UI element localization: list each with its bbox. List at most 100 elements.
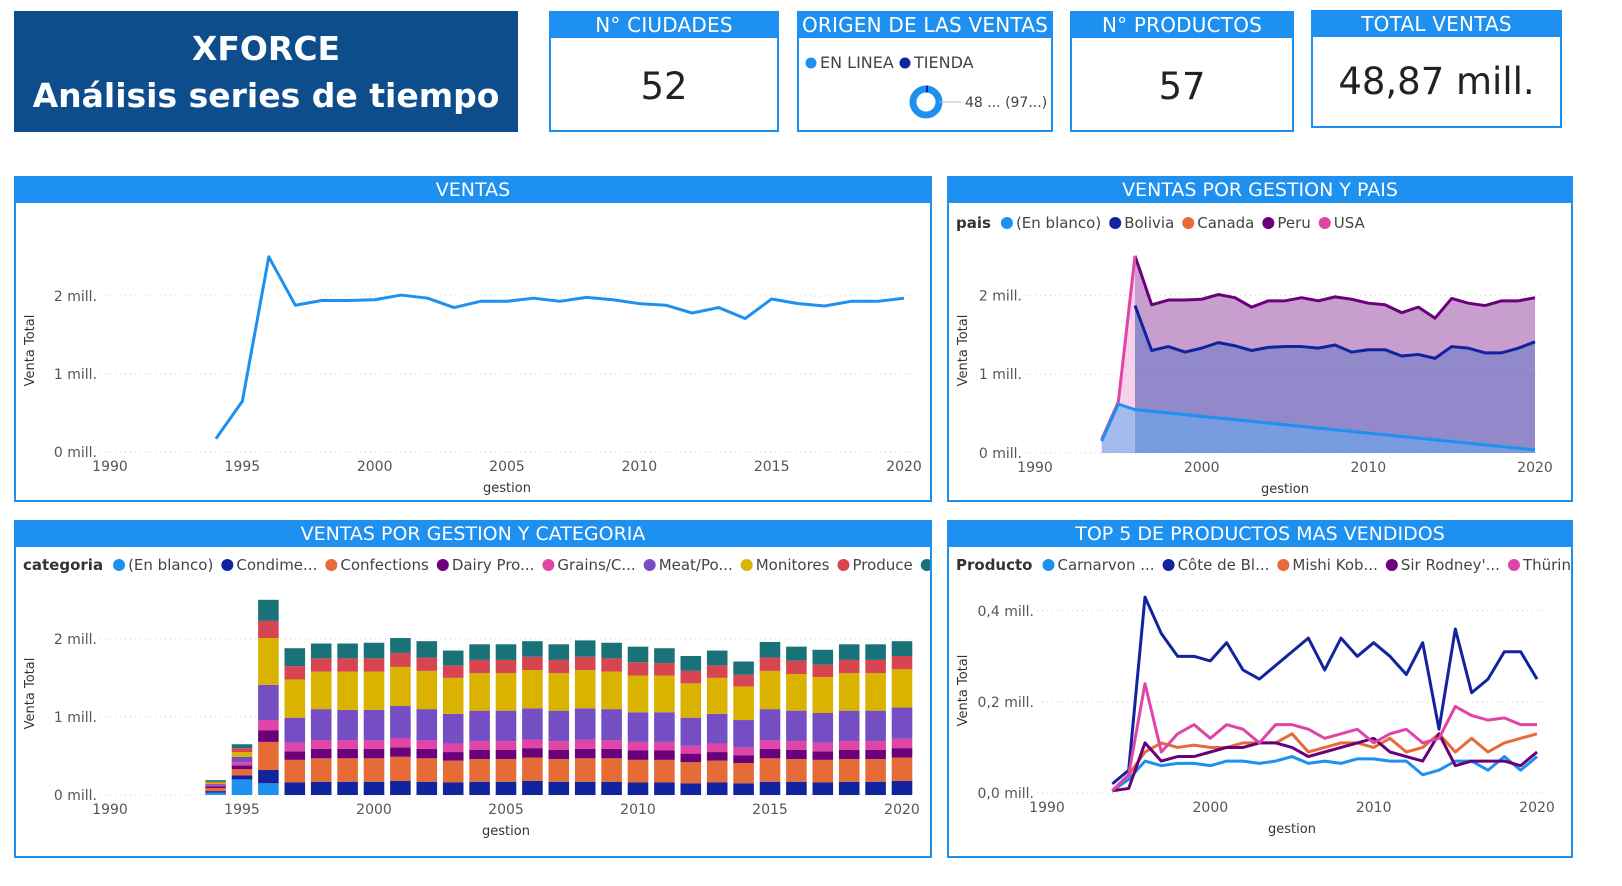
bar-segment: [627, 759, 649, 783]
x-tick-label: 2020: [1519, 800, 1555, 816]
legend-label: Côte de Bl...: [1178, 556, 1270, 574]
bar-segment: [601, 709, 622, 741]
kpi-value: 48,87 mill.: [1338, 60, 1535, 103]
legend-marker: [1277, 559, 1290, 571]
bar-segment: [495, 673, 517, 711]
bar-segment: [601, 740, 622, 749]
title-line-2: Análisis series de tiempo: [32, 75, 500, 115]
bar-segment: [416, 781, 438, 795]
bar-segment: [548, 749, 570, 760]
bar-segment: [231, 775, 253, 780]
x-tick-label: 1990: [1029, 800, 1065, 816]
bar-segment: [416, 758, 438, 782]
bar-segment: [258, 620, 279, 639]
bar-segment: [574, 739, 596, 749]
legend-label: Sir Rodney'...: [1401, 556, 1500, 574]
dashboard-title: XFORCE Análisis series de tiempo: [14, 11, 518, 132]
bar-segment: [865, 741, 886, 750]
bar-segment: [680, 753, 702, 763]
kpi-card-ciudades[interactable]: N° CIUDADES 52: [549, 11, 779, 132]
x-tick-label: 2020: [886, 459, 922, 475]
bar-segment: [601, 642, 622, 659]
bar-segment: [786, 781, 807, 795]
bar-segment: [522, 656, 543, 671]
origen-donut-chart[interactable]: EN LINEA TIENDA 48 ... (97...): [799, 38, 1051, 130]
y-axis-title: Venta Total: [956, 655, 971, 727]
y-tick-label: 0 mill.: [979, 446, 1022, 462]
legend-label: Peru: [1277, 214, 1310, 232]
bar-segment: [205, 792, 226, 795]
bar-segment: [865, 749, 886, 760]
pais-area-chart[interactable]: 0 mill. 1 mill. 2 mill. 1990 2000 2010 2020 ges…: [949, 203, 1571, 500]
bar-segment: [838, 781, 860, 795]
series-line: [214, 255, 905, 440]
x-tick-label: 1990: [1017, 460, 1053, 476]
bar-segment: [258, 638, 279, 685]
panel-title: TOP 5 DE PRODUCTOS MAS VENDIDOS: [949, 522, 1571, 547]
bar-segment: [363, 642, 385, 659]
panel-ventas: VENTAS 0 mill. 1 mill. 2 mill. 1990 1995 2000…: [14, 176, 932, 502]
bar-segment: [838, 759, 860, 782]
bar-segment: [495, 741, 517, 750]
x-tick-label: 1990: [92, 802, 128, 818]
donut-slice-en-linea[interactable]: [909, 85, 943, 119]
bar-segment: [390, 638, 411, 653]
bar-segment: [574, 748, 596, 759]
bar-segment: [390, 756, 411, 781]
y-tick-label: 1 mill.: [54, 710, 97, 726]
bar-segment: [495, 659, 517, 674]
bar-segment: [733, 762, 754, 784]
bar-segment: [759, 740, 781, 749]
x-tick-label: 2020: [1517, 460, 1553, 476]
panel-categoria: VENTAS POR GESTION Y CATEGORIA 0 mill. 1 …: [14, 520, 932, 858]
bar-segment: [522, 739, 543, 749]
bar-segment: [654, 648, 675, 664]
bar-segment: [812, 664, 834, 678]
bar-segment: [284, 742, 306, 752]
bar-segment: [812, 713, 834, 743]
bar-segment: [812, 649, 834, 665]
x-axis-title: gestion: [1268, 822, 1316, 837]
legend-label: Meat/Po...: [659, 556, 733, 574]
kpi-card-total[interactable]: TOTAL VENTAS 48,87 mill.: [1311, 10, 1562, 128]
legend-marker: [1042, 559, 1055, 571]
bar-segment: [891, 757, 913, 781]
bar-segment: [733, 720, 754, 748]
legend-label: (En blanco): [128, 556, 213, 574]
bar-segment: [838, 749, 860, 760]
kpi-card-origen[interactable]: ORIGEN DE LAS VENTAS EN LINEA TIENDA 48 …: [797, 11, 1053, 132]
bar-segment: [231, 756, 253, 763]
categoria-stacked-bar-chart[interactable]: 0 mill. 1 mill. 2 mill. 1990 1995 2000 2005 201…: [16, 547, 930, 856]
bar-segment: [759, 641, 781, 658]
bar-segment: [310, 740, 332, 749]
x-tick-label: 2015: [754, 459, 790, 475]
bar-segment: [891, 738, 913, 749]
bar-segment: [838, 741, 860, 750]
bar-segment: [812, 782, 834, 795]
legend-marker: [1385, 559, 1398, 571]
bar-segment: [337, 758, 358, 782]
legend-label-tienda: TIENDA: [913, 53, 974, 72]
x-tick-label: 2000: [356, 802, 392, 818]
y-tick-label: 2 mill.: [54, 632, 97, 648]
legend-label: Canada: [1197, 214, 1254, 232]
x-axis-title: gestion: [1261, 482, 1309, 497]
bar-segment: [786, 759, 807, 782]
bar-segment: [231, 748, 253, 753]
bar-segment: [627, 646, 649, 663]
x-tick-label: 2005: [489, 459, 525, 475]
bar-segment: [574, 670, 596, 709]
bar-segment: [522, 708, 543, 740]
bar-segment: [495, 710, 517, 742]
kpi-label: ORIGEN DE LAS VENTAS: [799, 13, 1051, 38]
kpi-card-productos[interactable]: N° PRODUCTOS 57: [1070, 11, 1294, 132]
legend-label: (En blanco): [1016, 214, 1101, 232]
bar-segment: [469, 759, 490, 782]
bar-segment: [706, 782, 728, 795]
ventas-line-chart[interactable]: 0 mill. 1 mill. 2 mill. 1990 1995 2000 2005 201…: [16, 203, 930, 500]
bar-segment: [865, 673, 886, 711]
top5-line-chart[interactable]: 0,0 mill. 0,2 mill. 0,4 mill. 1990 2000 2010 2…: [949, 547, 1571, 856]
bar-segment: [469, 644, 490, 660]
bar-segment: [733, 783, 754, 795]
bar-segment: [574, 758, 596, 782]
